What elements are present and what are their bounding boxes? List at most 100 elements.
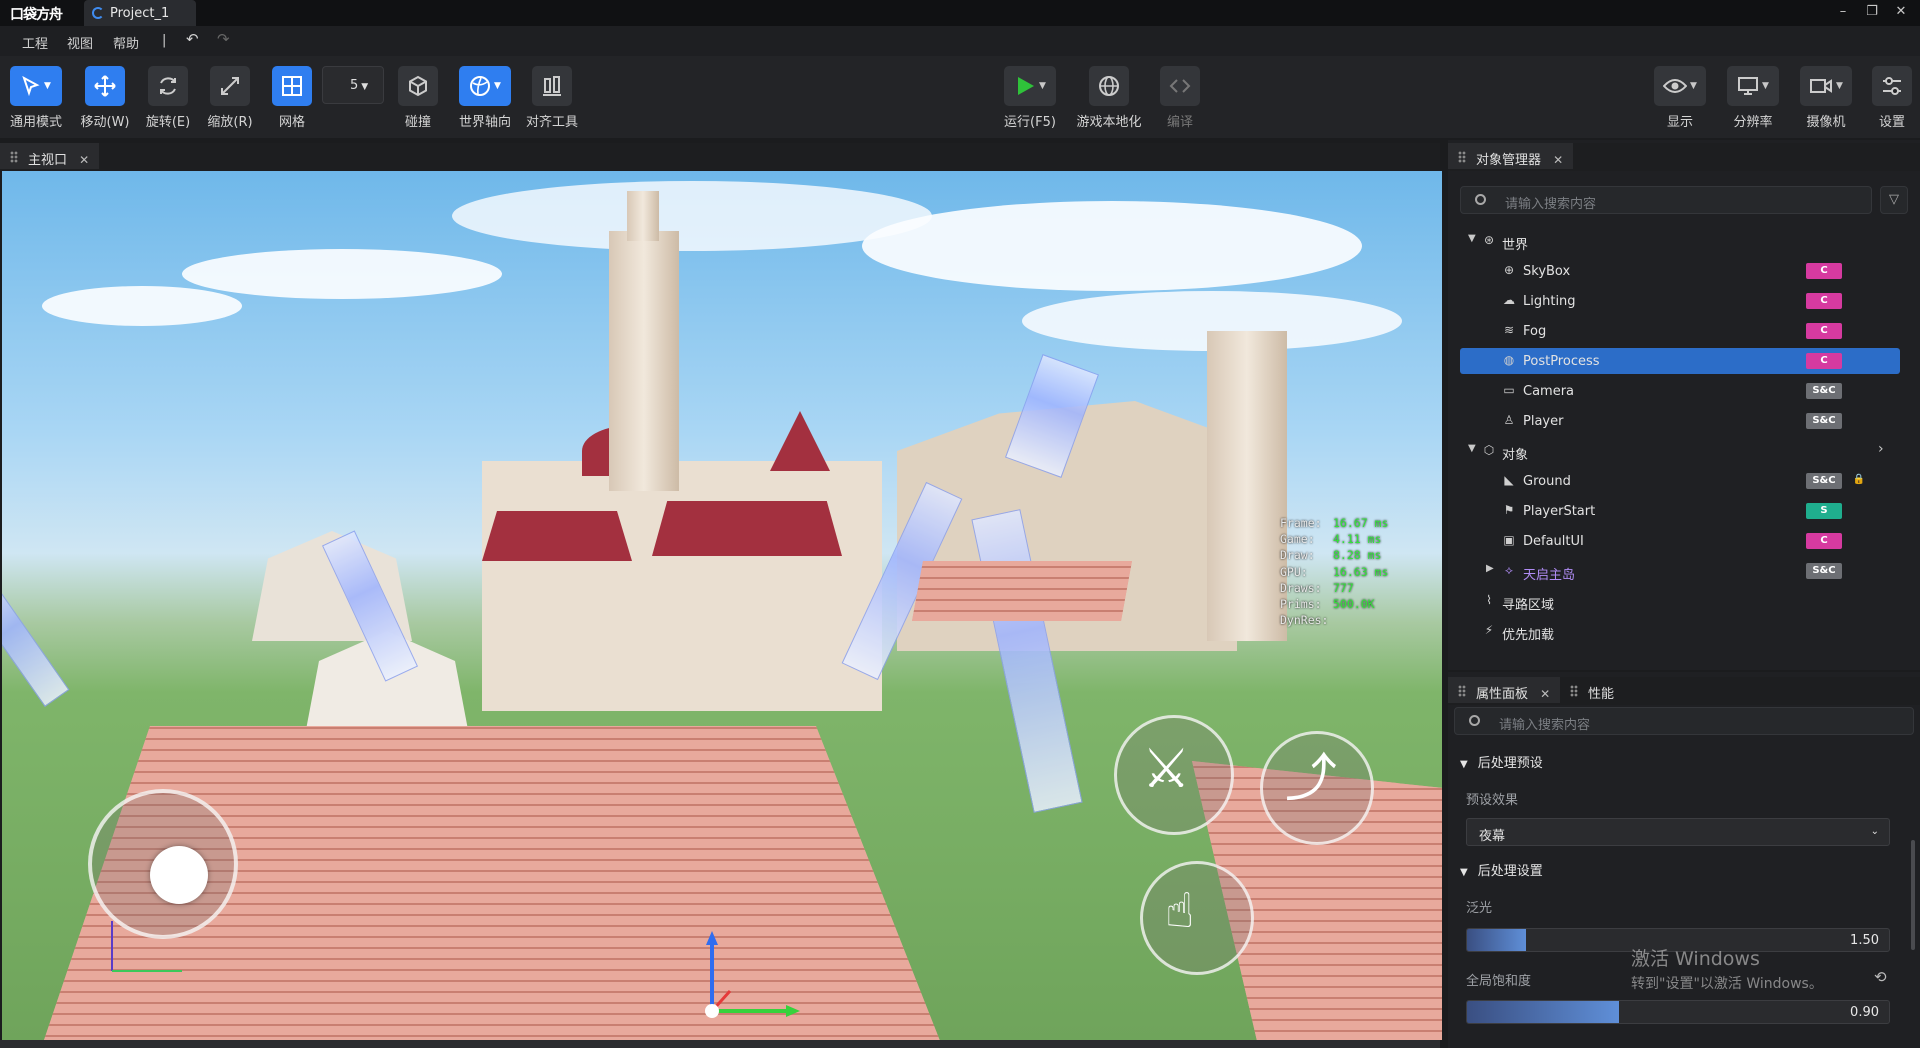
- stat-value: 8.28 ms: [1333, 548, 1382, 563]
- tree-item[interactable]: ♙ Player S&C: [1460, 408, 1900, 434]
- bloom-label: 泛光: [1466, 901, 1493, 916]
- tree-item-label: 世界: [1502, 238, 1529, 253]
- reset-icon[interactable]: ⟲: [1874, 968, 1887, 986]
- redo-icon[interactable]: ↷: [217, 30, 230, 48]
- watermark-line2: 转到"设置"以激活 Windows。: [1631, 976, 1823, 992]
- menu-bar: [0, 26, 1920, 56]
- tree-item[interactable]: ▶ ⟡ 天启主岛 S&C: [1460, 558, 1900, 584]
- tree-item[interactable]: ⚡ 优先加载: [1460, 618, 1900, 644]
- tree-item[interactable]: ▼ ⬡ 对象 ›: [1460, 438, 1900, 464]
- close-icon[interactable]: ✕: [1553, 153, 1563, 167]
- world-axis-button[interactable]: ▼: [459, 66, 511, 106]
- settings-button[interactable]: [1872, 66, 1912, 106]
- ground-icon: ◣: [1504, 473, 1514, 487]
- select-mode-label: 通用模式: [9, 115, 63, 130]
- tree-item-label: 对象: [1502, 448, 1529, 463]
- undo-icon[interactable]: ↶: [186, 30, 199, 48]
- property-search-input[interactable]: 请输入搜索内容: [1454, 707, 1914, 735]
- project-tab[interactable]: Project_1: [84, 0, 196, 26]
- drag-handle-icon[interactable]: [1570, 685, 1578, 697]
- tree-item[interactable]: ▭ Camera S&C: [1460, 378, 1900, 404]
- preset-select[interactable]: 夜幕 ⌄: [1466, 818, 1890, 846]
- tree-item-label: Camera: [1523, 384, 1575, 399]
- tree-item[interactable]: ≋ Fog C: [1460, 318, 1900, 344]
- transform-gizmo[interactable]: [682, 931, 802, 1031]
- resolution-button[interactable]: ▼: [1727, 66, 1779, 106]
- tree-item[interactable]: ◍ PostProcess C: [1460, 348, 1900, 374]
- display-button[interactable]: ▼: [1654, 66, 1706, 106]
- viewport-tabbar: 主视口 ✕: [0, 143, 1440, 171]
- palace-spire: [770, 411, 830, 471]
- tree-item[interactable]: ▣ DefaultUI C: [1460, 528, 1900, 554]
- caret-down-icon[interactable]: ▼: [1468, 233, 1476, 244]
- postprocess-settings-section[interactable]: ▼ 后处理设置: [1460, 860, 1543, 879]
- menu-view[interactable]: 视图: [67, 33, 93, 52]
- rotate-button[interactable]: [148, 66, 188, 106]
- tree-item[interactable]: ⚑ PlayerStart S: [1460, 498, 1900, 524]
- joystick-knob[interactable]: [150, 846, 208, 904]
- project-tab-label: Project_1: [110, 6, 170, 21]
- object-manager-tab[interactable]: 对象管理器 ✕: [1448, 143, 1574, 169]
- preset-label: 预设效果: [1466, 793, 1519, 808]
- drag-handle-icon[interactable]: [10, 151, 18, 163]
- palace-roof: [482, 511, 632, 561]
- tree-item[interactable]: ⌇ 寻路区域: [1460, 588, 1900, 614]
- menu-project[interactable]: 工程: [22, 33, 48, 52]
- tree-item[interactable]: ⊕ SkyBox C: [1460, 258, 1900, 284]
- caret-down-icon[interactable]: ▼: [1468, 443, 1476, 454]
- component-badge: C: [1806, 353, 1842, 369]
- chevron-right-icon[interactable]: ›: [1878, 441, 1884, 457]
- grid-size-value: 5: [350, 78, 359, 93]
- performance-tab[interactable]: 性能: [1560, 677, 1624, 703]
- select-mode-button[interactable]: ▼: [10, 66, 62, 106]
- tree-item-label: Player: [1523, 414, 1564, 429]
- properties-scrollbar[interactable]: [1911, 840, 1915, 950]
- menu-help[interactable]: 帮助: [113, 33, 139, 52]
- collision-button[interactable]: [398, 66, 438, 106]
- tree-item-label: PostProcess: [1523, 354, 1600, 369]
- cloud-icon: ☁: [1503, 293, 1515, 307]
- localization-label: 游戏本地化: [1076, 115, 1142, 130]
- main-viewport[interactable]: ⚔ ⤴ ☝ Frame: 16.67 ms Game: 4.11 ms Draw: 8.2…: [2, 171, 1442, 1040]
- postprocess-preset-section[interactable]: ▼ 后处理预设: [1460, 752, 1543, 771]
- move-icon: [94, 75, 116, 97]
- minimize-button[interactable]: –: [1833, 4, 1853, 19]
- priority-icon: ⚡: [1484, 623, 1494, 637]
- camera-button[interactable]: ▼: [1800, 66, 1852, 106]
- localization-button[interactable]: [1089, 66, 1129, 106]
- saturation-slider[interactable]: 0.90: [1466, 1000, 1890, 1024]
- search-icon: [1469, 715, 1480, 726]
- filter-button[interactable]: ▽: [1880, 186, 1908, 214]
- prefab-icon: ⟡: [1505, 563, 1513, 577]
- tree-item[interactable]: ◣ Ground S&C 🔒: [1460, 468, 1900, 494]
- viewport-tab[interactable]: 主视口 ✕: [0, 143, 100, 169]
- grid-button[interactable]: [272, 66, 312, 106]
- drag-handle-icon[interactable]: [1458, 151, 1466, 163]
- fog-icon: ≋: [1503, 323, 1515, 337]
- object-search-input[interactable]: 请输入搜索内容: [1460, 186, 1872, 214]
- drag-handle-icon[interactable]: [1458, 685, 1466, 697]
- lock-icon[interactable]: 🔒: [1852, 473, 1866, 487]
- compile-button[interactable]: [1160, 66, 1200, 106]
- grid-size-select[interactable]: 5 ▼: [322, 66, 384, 104]
- caret-down-icon: ▼: [1460, 867, 1468, 878]
- component-badge: S&C: [1806, 563, 1842, 579]
- run-button[interactable]: ▼: [1004, 66, 1056, 106]
- run-label: 运行(F5): [1004, 115, 1056, 130]
- move-label: 移动(W): [80, 115, 130, 130]
- close-icon[interactable]: ✕: [79, 153, 89, 167]
- world-icon: ⊛: [1483, 233, 1495, 247]
- code-icon: [1169, 79, 1191, 93]
- maximize-button[interactable]: ❐: [1862, 4, 1882, 19]
- move-button[interactable]: [85, 66, 125, 106]
- scale-button[interactable]: [210, 66, 250, 106]
- properties-tab[interactable]: 属性面板 ✕: [1448, 677, 1561, 703]
- caret-right-icon[interactable]: ▶: [1486, 563, 1494, 574]
- close-window-button[interactable]: ✕: [1891, 4, 1911, 19]
- tree-item[interactable]: ▼ ⊛ 世界: [1460, 228, 1900, 254]
- cloud: [862, 201, 1362, 291]
- align-tool-button[interactable]: [532, 66, 572, 106]
- close-icon[interactable]: ✕: [1540, 687, 1550, 701]
- tree-item[interactable]: ☁ Lighting C: [1460, 288, 1900, 314]
- ui-icon: ▣: [1503, 533, 1515, 547]
